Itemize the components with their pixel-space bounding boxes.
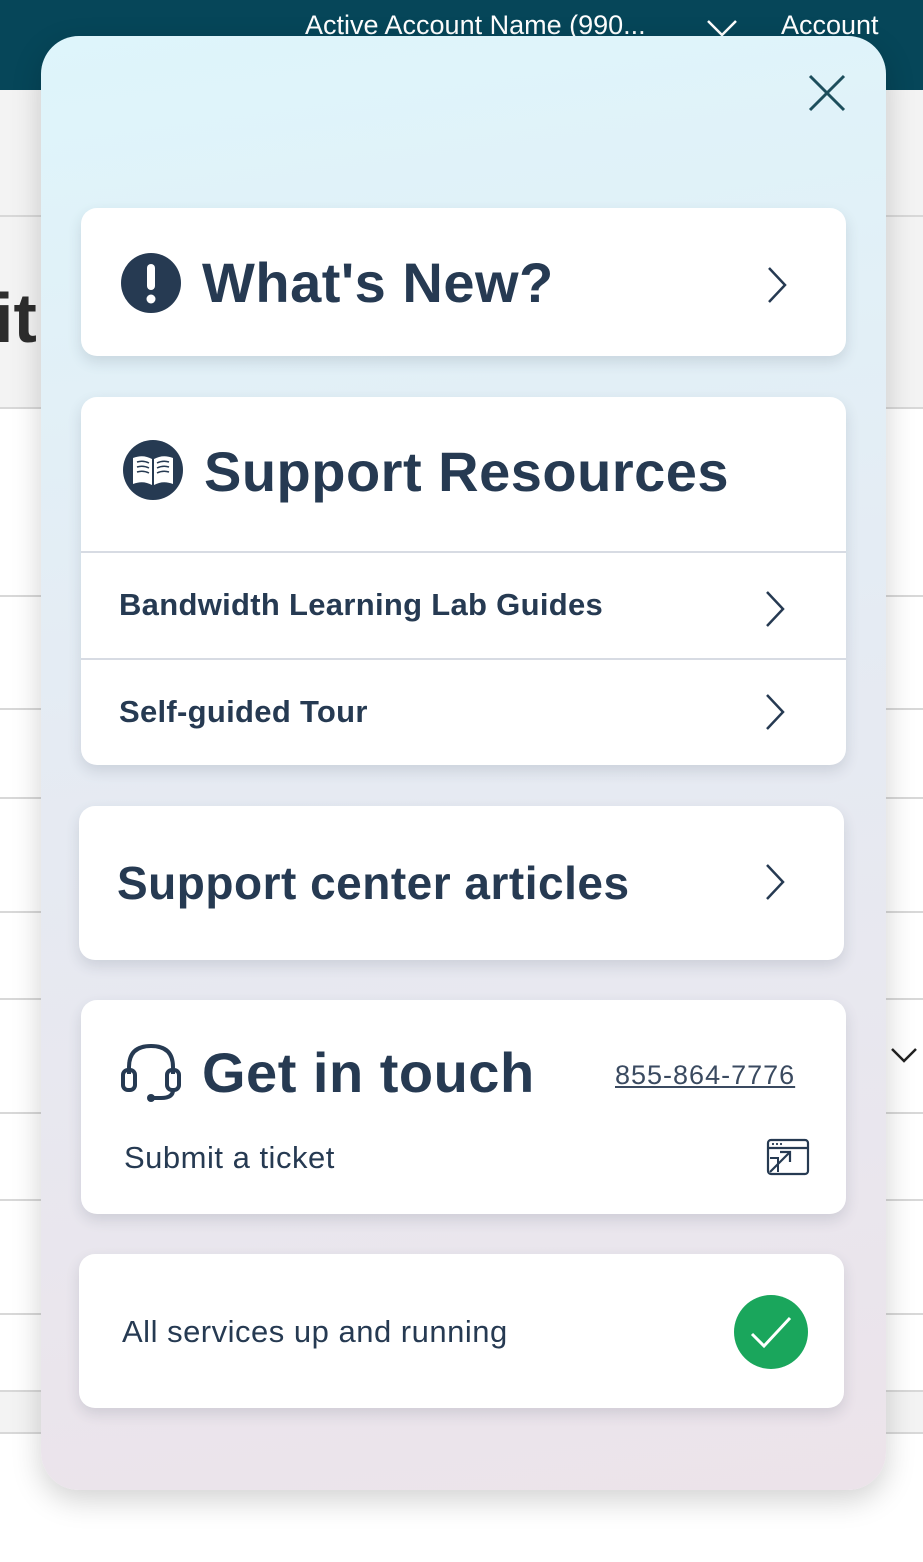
whats-new-card[interactable]: What's New? [81, 208, 846, 356]
check-circle-icon [734, 1295, 808, 1369]
self-guided-tour-link[interactable]: Self-guided Tour [81, 660, 846, 765]
chevron-down-icon[interactable] [890, 1047, 918, 1065]
headset-icon [121, 1043, 181, 1102]
learning-lab-guides-link[interactable]: Bandwidth Learning Lab Guides [81, 553, 846, 657]
close-icon[interactable] [806, 72, 848, 114]
chevron-right-icon [766, 591, 785, 627]
get-in-touch-title: Get in touch [202, 1041, 535, 1104]
self-guided-tour-label: Self-guided Tour [119, 694, 368, 729]
exclamation-circle-icon [121, 253, 181, 313]
chevron-down-icon[interactable] [706, 18, 738, 38]
background-page-heading: it [0, 279, 37, 357]
service-status-label: All services up and running [122, 1314, 508, 1349]
whats-new-label: What's New? [202, 251, 554, 314]
chevron-right-icon [766, 694, 785, 730]
phone-number-link[interactable]: 855-864-7776 [615, 1060, 795, 1091]
support-center-articles-label: Support center articles [117, 857, 630, 909]
support-resources-card: Support Resources Bandwidth Learning Lab… [81, 397, 846, 765]
chevron-right-icon [768, 267, 787, 303]
external-window-icon[interactable] [766, 1138, 810, 1176]
learning-lab-guides-label: Bandwidth Learning Lab Guides [119, 587, 604, 622]
chevron-right-icon [766, 864, 785, 900]
get-in-touch-card: Get in touch 855-864-7776 Submit a ticke… [81, 1000, 846, 1214]
submit-ticket-link[interactable]: Submit a ticket [124, 1140, 335, 1176]
support-resources-title: Support Resources [204, 440, 730, 503]
service-status-card: All services up and running [79, 1254, 844, 1408]
support-center-articles-card[interactable]: Support center articles [79, 806, 844, 960]
open-book-icon [123, 440, 183, 500]
